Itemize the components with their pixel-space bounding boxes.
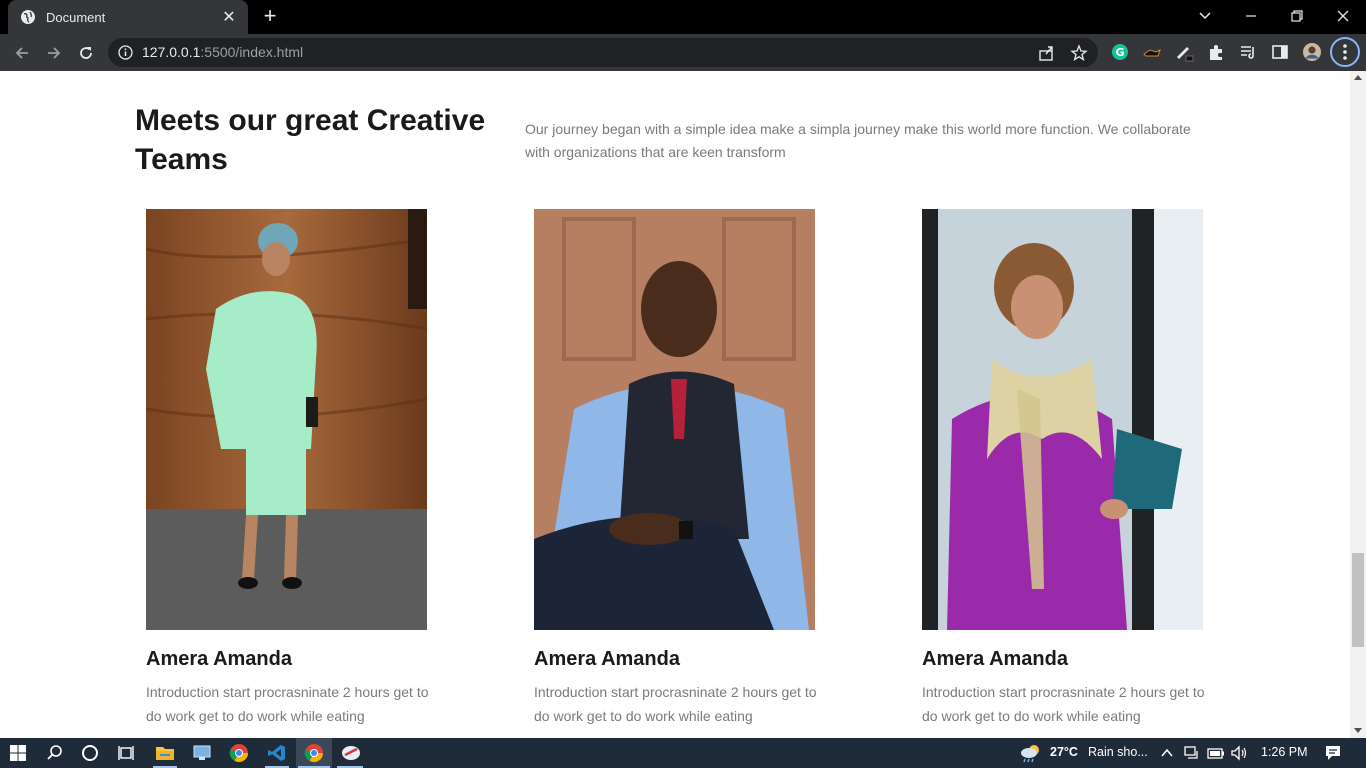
page-scrollbar[interactable] <box>1350 71 1366 738</box>
browser-tab-strip: Document ✕ + <box>0 0 1366 34</box>
globe-icon <box>21 10 35 24</box>
vscode-icon[interactable] <box>265 741 289 765</box>
url-text: 127.0.0.1:5500/index.html <box>142 44 303 60</box>
address-bar[interactable]: 127.0.0.1:5500/index.html <box>108 38 1098 67</box>
close-window-button[interactable] <box>1320 0 1366 32</box>
team-member-description: Introduction start procrasninate 2 hours… <box>534 684 817 724</box>
url-host: 127.0.0.1 <box>142 44 201 60</box>
battery-icon[interactable] <box>1207 746 1225 760</box>
weather-description: Rain sho... <box>1088 745 1148 759</box>
extensions-puzzle-icon[interactable] <box>1206 42 1226 62</box>
windows-start-icon[interactable] <box>6 741 30 765</box>
task-view-icon[interactable] <box>114 741 138 765</box>
section-intro: Our journey began with a simple idea mak… <box>525 121 1191 160</box>
windows-taskbar: 27°C Rain sho... 1:26 PM <box>0 738 1366 768</box>
minimize-button[interactable] <box>1228 0 1274 32</box>
arrow-right-icon <box>48 47 61 59</box>
back-button[interactable] <box>8 39 36 67</box>
search-icon[interactable] <box>43 741 67 765</box>
media-queue-icon[interactable] <box>1238 42 1258 62</box>
network-icon[interactable] <box>1183 745 1201 761</box>
reload-button[interactable] <box>72 39 100 67</box>
snipping-tool-icon[interactable] <box>339 741 363 765</box>
forward-button[interactable] <box>40 39 68 67</box>
team-card: Amera Amanda Introduction start procrasn… <box>146 209 429 728</box>
weather-temperature: 27°C <box>1050 745 1078 759</box>
extension-icon[interactable] <box>1142 42 1162 62</box>
scroll-down-arrow-icon[interactable] <box>1354 728 1362 733</box>
volume-icon[interactable] <box>1230 745 1248 761</box>
reload-icon <box>80 47 92 59</box>
profile-avatar-icon[interactable] <box>1302 42 1322 62</box>
team-member-description: Introduction start procrasninate 2 hours… <box>922 684 1205 724</box>
team-member-name: Amera Amanda <box>922 648 1068 670</box>
team-member-description: Introduction start procrasninate 2 hours… <box>146 684 429 724</box>
pen-extension-icon[interactable] <box>1174 42 1194 62</box>
chrome-menu-button[interactable] <box>1330 37 1360 67</box>
more-vertical-icon <box>1343 44 1347 60</box>
browser-tab-document[interactable]: Document ✕ <box>8 0 248 34</box>
scroll-up-arrow-icon[interactable] <box>1354 75 1362 80</box>
weather-rain-icon[interactable] <box>1019 742 1043 764</box>
svg-text:G: G <box>1115 46 1124 59</box>
clock-time[interactable]: 1:26 PM <box>1261 745 1308 759</box>
side-panel-icon[interactable] <box>1270 42 1290 62</box>
share-icon[interactable] <box>1038 44 1056 62</box>
team-member-name: Amera Amanda <box>534 648 680 670</box>
cortana-icon[interactable] <box>78 741 102 765</box>
team-member-photo <box>146 209 427 630</box>
browser-toolbar: 127.0.0.1:5500/index.html G <box>0 34 1366 71</box>
team-member-photo <box>534 209 815 630</box>
team-card: Amera Amanda Introduction start procrasn… <box>534 209 817 728</box>
restore-button[interactable] <box>1274 0 1320 32</box>
tab-title: Document <box>46 9 106 25</box>
arrow-left-icon <box>15 47 28 59</box>
tab-search-chevron-icon[interactable] <box>1182 0 1228 32</box>
scrollbar-thumb[interactable] <box>1352 553 1364 647</box>
new-tab-button[interactable]: + <box>258 4 282 28</box>
team-member-photo <box>922 209 1203 630</box>
info-icon[interactable] <box>118 45 133 60</box>
page-viewport: Meets our great Creative Teams Our journ… <box>0 71 1350 738</box>
chevron-up-icon[interactable] <box>1160 747 1174 759</box>
team-member-name: Amera Amanda <box>146 648 292 670</box>
file-explorer-icon[interactable] <box>153 741 177 765</box>
chrome-icon[interactable] <box>227 741 251 765</box>
grammarly-icon[interactable]: G <box>1110 42 1130 62</box>
url-path: :5500/index.html <box>200 44 304 60</box>
notifications-icon[interactable] <box>1324 744 1342 762</box>
chrome-dev-icon[interactable] <box>302 741 326 765</box>
bookmark-star-icon[interactable] <box>1070 44 1088 62</box>
network-app-icon[interactable] <box>190 741 214 765</box>
tab-close-icon[interactable]: ✕ <box>220 7 238 27</box>
team-card: Amera Amanda Introduction start procrasn… <box>922 209 1205 728</box>
section-heading: Meets our great Creative Teams <box>135 104 486 176</box>
